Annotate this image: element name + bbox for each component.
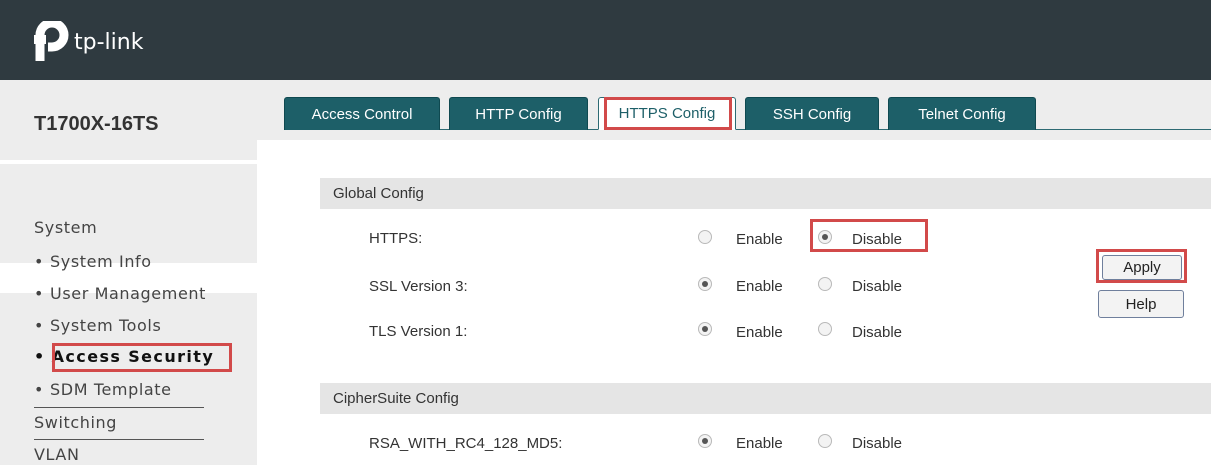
- tls-enable-radio[interactable]: [698, 322, 712, 336]
- menu-divider: [34, 407, 204, 408]
- sidebar-item-system-tools[interactable]: System Tools: [34, 316, 161, 335]
- highlight-https-tab: [604, 97, 732, 130]
- sidebar-item-vlan[interactable]: VLAN: [34, 445, 80, 464]
- tab-http-config[interactable]: HTTP Config: [449, 97, 588, 130]
- ciphersuite-config-header: CipherSuite Config: [320, 383, 1211, 414]
- sidebar-item-system-info[interactable]: System Info: [34, 252, 152, 271]
- help-button[interactable]: Help: [1098, 290, 1184, 318]
- top-header: tp-link: [0, 0, 1211, 80]
- ssl-enable-radio[interactable]: [698, 277, 712, 291]
- tab-access-control[interactable]: Access Control: [284, 97, 440, 130]
- sidebar-item-label: System Info: [50, 252, 152, 271]
- ssl-disable-radio[interactable]: [818, 277, 832, 291]
- enable-label: Enable: [736, 278, 783, 295]
- rsa-rc4-enable-radio[interactable]: [698, 434, 712, 448]
- tab-label: Telnet Config: [918, 105, 1006, 123]
- sidebar-item-label: SDM Template: [50, 380, 172, 399]
- highlight-apply-button: [1096, 249, 1187, 283]
- global-config-header: Global Config: [320, 178, 1211, 209]
- sidebar-item-label: User Management: [50, 284, 206, 303]
- tab-label: SSH Config: [772, 105, 852, 123]
- disable-label: Disable: [852, 435, 903, 452]
- section-title: Global Config: [333, 185, 424, 202]
- sidebar-item-sdm-template[interactable]: SDM Template: [34, 380, 172, 399]
- highlight-access-security: [52, 343, 232, 372]
- enable-label: Enable: [736, 435, 783, 452]
- tls-version-1-label: TLS Version 1:: [369, 323, 468, 340]
- sidebar-item-user-management[interactable]: User Management: [34, 284, 206, 303]
- ssl-version-3-label: SSL Version 3:: [369, 278, 468, 295]
- brand-name: tp-link: [74, 29, 144, 55]
- tab-label: Access Control: [311, 105, 413, 123]
- enable-label: Enable: [736, 324, 783, 341]
- https-label: HTTPS:: [369, 230, 423, 247]
- help-label: Help: [1125, 295, 1157, 313]
- disable-label: Disable: [852, 324, 903, 341]
- menu-divider: [34, 439, 204, 440]
- sidebar-item-switching[interactable]: Switching: [34, 413, 117, 432]
- enable-label: Enable: [736, 231, 783, 248]
- disable-label: Disable: [852, 278, 903, 295]
- highlight-https-disable: [810, 219, 928, 252]
- section-title: CipherSuite Config: [333, 390, 459, 407]
- sidebar-divider: [0, 160, 257, 164]
- sidebar-item-system[interactable]: System: [34, 218, 97, 237]
- tab-label: HTTP Config: [475, 105, 562, 123]
- tp-link-logo-icon: [34, 21, 69, 61]
- tls-disable-radio[interactable]: [818, 322, 832, 336]
- tab-ssh-config[interactable]: SSH Config: [745, 97, 879, 130]
- rsa-rc4-128-md5-label: RSA_WITH_RC4_128_MD5:: [369, 435, 563, 452]
- https-enable-radio[interactable]: [698, 230, 712, 244]
- sidebar-item-label: System Tools: [50, 316, 162, 335]
- tab-telnet-config[interactable]: Telnet Config: [888, 97, 1036, 130]
- device-model: T1700X-16TS: [34, 113, 159, 135]
- rsa-rc4-disable-radio[interactable]: [818, 434, 832, 448]
- tp-link-logo[interactable]: tp-link: [34, 20, 143, 64]
